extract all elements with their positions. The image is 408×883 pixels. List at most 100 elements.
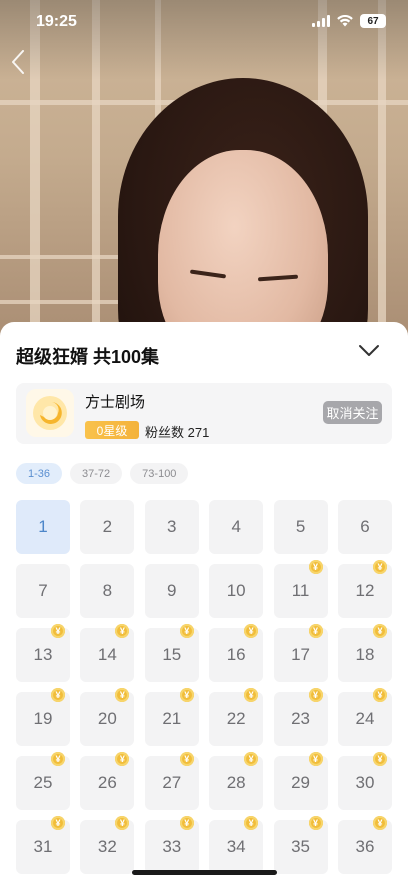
coin-icon: ¥ (179, 688, 194, 702)
episode-button[interactable]: 32 ¥ (80, 816, 135, 874)
episode-number: 20 (97, 709, 117, 728)
coin-icon: ¥ (179, 816, 194, 830)
video-subject-face (158, 150, 328, 345)
coin-icon: ¥ (308, 560, 323, 574)
wifi-icon (337, 15, 353, 27)
coin-icon: ¥ (51, 624, 65, 638)
episode-button[interactable]: 20 ¥ (80, 688, 135, 746)
coin-icon: ¥ (51, 688, 65, 702)
episode-button[interactable]: 24 ¥ (337, 688, 392, 746)
episode-number: 13 (33, 645, 53, 664)
episode-button[interactable]: 28 ¥ (209, 752, 264, 810)
episode-button[interactable]: 35 ¥ (273, 816, 328, 874)
coin-icon: ¥ (372, 752, 387, 766)
episode-button[interactable]: 27 ¥ (144, 752, 199, 810)
episode-button[interactable]: 26 ¥ (80, 752, 135, 810)
episode-button[interactable]: 30 ¥ (337, 752, 392, 810)
episode-number: 22 (226, 709, 246, 728)
range-tab[interactable]: 1-36 (16, 463, 63, 484)
episode-number: 3 (167, 517, 177, 536)
episode-number: 5 (295, 517, 306, 536)
coin-icon: ¥ (372, 560, 387, 574)
episode-button[interactable]: 17 ¥ (273, 624, 328, 682)
episode-number: 7 (38, 581, 48, 600)
episode-grid: 1 2 3 4 5 6 7 8 9 10 11 ¥12 ¥13 ¥14 ¥15 ¥16 ¥17 ¥18 ¥19 ¥20… (16, 500, 392, 874)
episode-number: 25 (33, 773, 53, 792)
episode-button[interactable]: 12 ¥ (337, 560, 392, 618)
episode-button[interactable]: 6 (337, 500, 392, 554)
episode-number: 34 (226, 837, 246, 856)
episode-number: 19 (33, 709, 53, 728)
channel-card[interactable]: 方士剧场 0星级 粉丝数 271 取消关注 (16, 383, 392, 444)
episode-number: 31 (33, 837, 53, 856)
episode-button[interactable]: 33 ¥ (144, 816, 199, 874)
episode-number: 28 (226, 773, 246, 792)
episode-button[interactable]: 25 ¥ (16, 752, 70, 810)
episode-number: 33 (162, 837, 182, 856)
episode-number: 14 (97, 645, 117, 664)
episode-number: 1 (38, 517, 48, 536)
channel-name: 方士剧场 (85, 394, 146, 411)
coin-icon: ¥ (51, 816, 65, 830)
range-tab[interactable]: 37-72 (70, 463, 123, 484)
episode-button[interactable]: 14 ¥ (80, 624, 135, 682)
range-tabs: 1-36 37-72 73-100 (16, 463, 189, 484)
channel-logo (26, 389, 74, 437)
episode-button[interactable]: 34 ¥ (209, 816, 264, 874)
episode-button[interactable]: 3 (144, 500, 199, 554)
coin-icon: ¥ (179, 624, 194, 638)
episode-number: 2 (102, 517, 113, 536)
episode-button[interactable]: 21 ¥ (144, 688, 199, 746)
back-icon[interactable] (10, 48, 34, 78)
video-player[interactable] (0, 0, 408, 345)
episode-button[interactable]: 19 ¥ (16, 688, 70, 746)
episode-button[interactable]: 9 (144, 564, 199, 618)
episode-button[interactable]: 5 (273, 500, 328, 554)
episode-button[interactable]: 18 ¥ (337, 624, 392, 682)
collapse-chevron-icon[interactable] (358, 344, 380, 358)
episode-number: 26 (97, 773, 117, 792)
episode-button[interactable]: 7 (16, 564, 70, 618)
episode-button[interactable]: 36 ¥ (337, 816, 392, 874)
episode-button[interactable]: 31 ¥ (16, 816, 70, 874)
episode-number: 10 (226, 581, 246, 600)
episode-button[interactable]: 10 (209, 564, 264, 618)
coin-icon: ¥ (308, 624, 323, 638)
episode-number: 29 (291, 773, 311, 792)
episode-number: 15 (162, 645, 182, 664)
episode-number: 17 (291, 645, 311, 664)
episode-button[interactable]: 4 (209, 500, 264, 554)
episode-number: 30 (355, 773, 375, 792)
episode-number: 23 (291, 709, 311, 728)
episode-number: 16 (226, 645, 246, 664)
coin-icon: ¥ (244, 688, 259, 702)
episode-number: 12 (355, 581, 375, 600)
episode-button[interactable]: 16 ¥ (209, 624, 264, 682)
episode-button[interactable]: 22 ¥ (209, 688, 264, 746)
home-indicator[interactable] (132, 870, 277, 875)
status-time: 19:25 (36, 13, 77, 30)
episode-button[interactable]: 8 (80, 564, 135, 618)
unfollow-button[interactable]: 取消关注 (323, 401, 382, 424)
episode-button[interactable]: 29 ¥ (273, 752, 328, 810)
episode-number: 24 (355, 709, 375, 728)
episode-button[interactable]: 23 ¥ (273, 688, 328, 746)
episode-button[interactable]: 1 (16, 500, 70, 554)
episode-button[interactable]: 11 ¥ (273, 560, 328, 618)
coin-icon: ¥ (244, 752, 259, 766)
episode-number: 18 (355, 645, 375, 664)
episode-number: 36 (355, 837, 375, 856)
episode-button[interactable]: 15 ¥ (144, 624, 199, 682)
coin-icon: ¥ (244, 624, 259, 638)
episode-number: 9 (167, 581, 177, 600)
episode-button[interactable]: 2 (80, 500, 135, 554)
coin-icon: ¥ (115, 688, 130, 702)
coin-icon: ¥ (115, 624, 130, 638)
episode-button[interactable]: 13 ¥ (16, 624, 70, 682)
signal-icon (312, 15, 330, 27)
coin-icon: ¥ (179, 752, 194, 766)
range-tab[interactable]: 73-100 (130, 463, 189, 484)
series-title: 超级狂婿 共100集 (16, 347, 160, 367)
coin-icon: ¥ (115, 816, 130, 830)
coin-icon: ¥ (308, 688, 323, 702)
